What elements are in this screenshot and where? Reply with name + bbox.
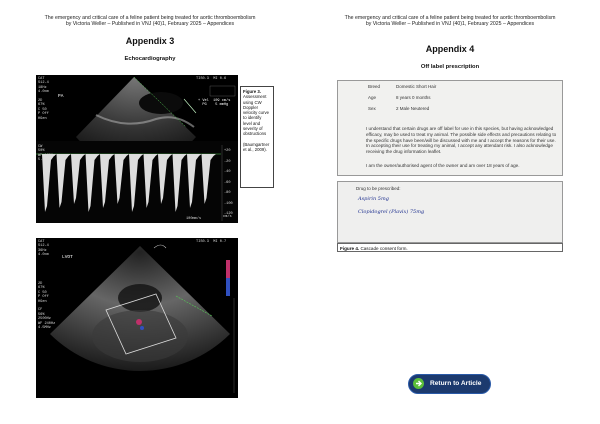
drug-line-1: Aspirin 5mg (358, 196, 389, 202)
drug-line-2: Clopidogrel (Plavix) 75mg (358, 209, 425, 215)
appendix-title: Appendix 4 (425, 44, 475, 54)
drug-prescribed-photo: Drug to be prescribed: Aspirin 5mg Clopi… (337, 181, 563, 243)
overlay-cw: CW 50% WF 125Hz 5.3MHz (38, 145, 56, 163)
velocity-measure: + Vel 109 cm/s PG 5 mmHg (198, 99, 231, 108)
overlay-top-left: CAT S12-4 18Hz 4.0cm 2D 67% C 50 P Off H… (38, 77, 49, 121)
echo-doppler-image: CAT S12-4 18Hz 4.0cm 2D 67% C 50 P Off H… (36, 75, 238, 223)
form-row-value: 8 years 0 months (396, 95, 431, 100)
echo-doppler-graphic (36, 76, 238, 223)
figure-3-title: Figure 3. (243, 89, 261, 94)
return-arrow-icon (413, 378, 424, 389)
section-title: Echocardiography (124, 56, 176, 62)
section-title: Off label prescription (420, 64, 480, 70)
scale-tick-label: -100 (224, 201, 233, 206)
sweep-label: 100mm/s (186, 217, 202, 221)
page-header: The emergency and critical care of a fel… (0, 15, 300, 28)
figure-3-caption: Figure 3. Assessment using CW Doppler ve… (240, 86, 274, 188)
header-line-2: by Victoria Weller – Published in VNJ (4… (65, 21, 235, 28)
form-row-label: Age (368, 95, 377, 100)
return-button-label: Return to Article (430, 380, 482, 387)
scale-tick-label: -40 (224, 170, 231, 174)
echo-lvot-image: CAT S12-4 36Hz 4.0cm LVOT TIS0.3 MI 0.7 … (36, 238, 238, 398)
figure-4-caption: Figure 4. Cascade consent form. (337, 243, 563, 252)
overlay-top-right: TIS0.3 MI 0.6 (196, 77, 227, 81)
return-to-article-button[interactable]: Return to Article (408, 374, 491, 394)
consent-form-photo: Breed Domestic Short Hair Age 8 years 0 … (337, 80, 563, 176)
form-row-value: Domestic Short Hair (396, 84, 437, 89)
form-row-value: 2 Male Neutered (396, 106, 430, 111)
overlay-side: 2D 67% C 50 P Off HGen CF 56% 2500Hz WF … (38, 282, 56, 331)
color-flow-jet (136, 319, 142, 325)
figure-4-title: Figure 4. (340, 246, 360, 251)
scale-tick-label: -60 (224, 180, 231, 185)
overlay-top-left: CAT S12-4 36Hz 4.0cm (38, 240, 49, 258)
figure-4-body: Cascade consent form. (360, 246, 408, 251)
figure-3-body: Assessment using CW Doppler velocity cur… (243, 94, 270, 137)
figure-3-ref: (Baumgartner et al., 2009). (243, 141, 270, 153)
appendix-title: Appendix 3 (125, 36, 175, 46)
form-row-label: Breed (368, 84, 381, 89)
header-line-2: by Victoria Weller – Published in VNJ (4… (365, 21, 535, 28)
scale-tick-label: -80 (224, 191, 231, 195)
owner-statement: I am the owner/authorised agent of the o… (366, 163, 520, 168)
scale-tick-label: -20 (224, 159, 231, 164)
drug-heading: Drug to be prescribed: (356, 186, 401, 191)
scale-unit: cm/s (223, 215, 232, 219)
echo-lvot-graphic (50, 244, 235, 393)
consent-paragraph: I understand that certain drugs are off … (366, 126, 557, 155)
label-pa: PA (58, 94, 64, 99)
scale-tick-label: +20 (224, 149, 231, 153)
form-row-label: Sex (368, 106, 376, 111)
overlay-top-right: TIS0.3 MI 0.7 (196, 240, 227, 244)
page-header: The emergency and critical care of a fel… (300, 15, 600, 28)
label-lvot: LVOT (62, 255, 73, 260)
